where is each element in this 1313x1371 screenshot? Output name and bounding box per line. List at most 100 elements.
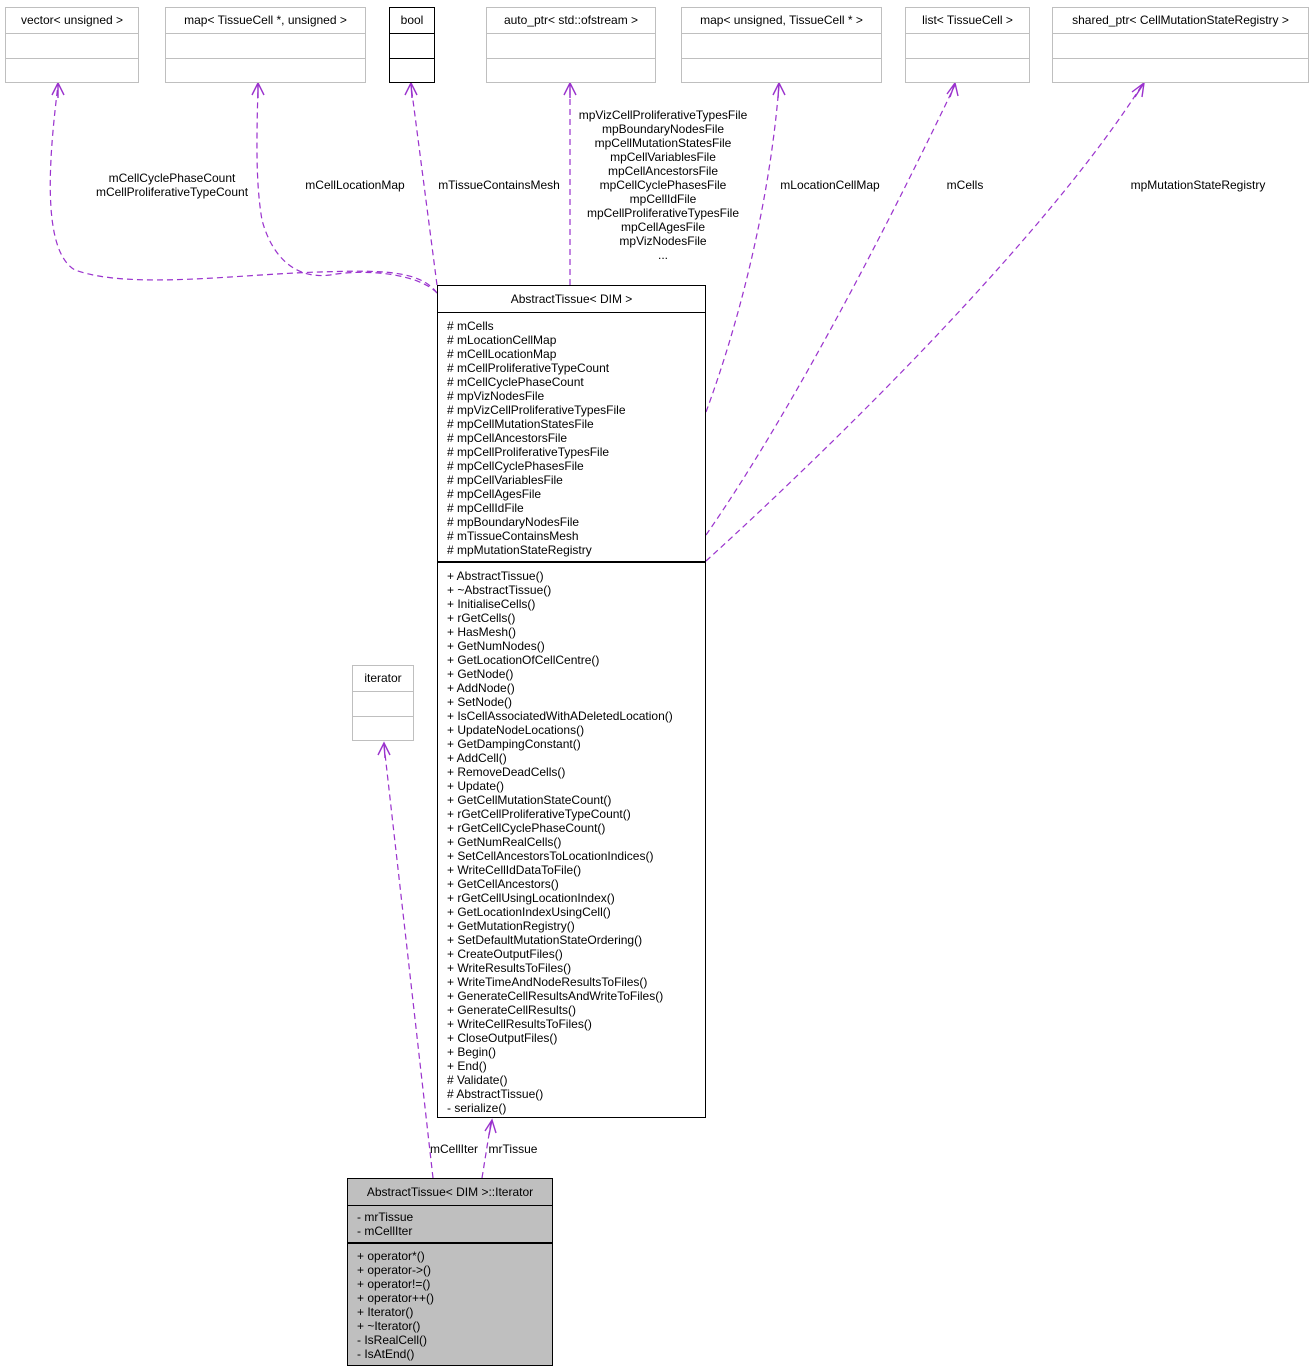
class-abstract-tissue-iterator[interactable]: AbstractTissue< DIM >::Iterator - mrTiss… [347, 1178, 553, 1366]
method-item: - IsRealCell() [357, 1333, 428, 1347]
edge-label-map-tc-u: mCellLocationMap [290, 178, 420, 192]
method-item: + GenerateCellResults() [447, 1003, 577, 1017]
edge-label-line: mpCellIdFile [629, 192, 697, 206]
edge-label-map-u-tc: mLocationCellMap [766, 178, 894, 192]
method-item: + WriteResultsToFiles() [447, 961, 572, 975]
method-item: + GetLocationOfCellCentre() [447, 653, 600, 667]
method-item: + UpdateNodeLocations() [447, 723, 585, 737]
attribute-item: # mpCellAgesFile [447, 487, 542, 501]
method-item: + SetCellAncestorsToLocationIndices() [447, 849, 654, 863]
methods-section [1053, 58, 1308, 82]
method-item: + SetDefaultMutationStateOrdering() [447, 933, 643, 947]
edge-label-line: mpMutationStateRegistry [1130, 178, 1266, 192]
methods-section [906, 58, 1029, 82]
method-item: + ~AbstractTissue() [447, 583, 552, 597]
method-item: + Iterator() [357, 1305, 414, 1319]
class-title: auto_ptr< std::ofstream > [503, 13, 639, 27]
class-abstract-tissue[interactable]: AbstractTissue< DIM > # mCells # mLocatio… [437, 285, 706, 1118]
edge-label-vector: mCellCyclePhaseCount mCellProliferativeTy… [82, 171, 262, 199]
method-item: + AbstractTissue() [447, 569, 544, 583]
edge-label-line: mCellProliferativeTypeCount [95, 185, 249, 199]
edge-label-line: mCellLocationMap [305, 178, 405, 192]
attributes-section [906, 33, 1029, 58]
methods-section [682, 58, 881, 82]
methods-section: + AbstractTissue() + ~AbstractTissue() + I… [438, 561, 705, 1115]
method-item: + End() [447, 1059, 487, 1073]
attributes-section [6, 33, 138, 58]
methods-section [6, 58, 138, 82]
attribute-item: # mpMutationStateRegistry [447, 543, 592, 557]
arrowhead-auto-ptr [563, 81, 577, 98]
class-title: map< TissueCell *, unsigned > [184, 13, 347, 27]
edge-label-line: mpCellMutationStatesFile [594, 136, 732, 150]
attribute-item: # mLocationCellMap [447, 333, 557, 347]
arrowhead-iterator [377, 741, 391, 759]
edge-label-line: mpCellAgesFile [620, 220, 706, 234]
method-item: + rGetCellCyclePhaseCount() [447, 821, 606, 835]
method-item: + SetNode() [447, 695, 513, 709]
method-item: - serialize() [447, 1101, 507, 1115]
method-item: + HasMesh() [447, 625, 517, 639]
attribute-item: # mCellLocationMap [447, 347, 557, 361]
class-list-tissuecell[interactable]: list< TissueCell > [905, 7, 1030, 83]
edge-label-line: mpCellProliferativeTypesFile [586, 206, 740, 220]
method-item: + ~Iterator() [357, 1319, 421, 1333]
class-title: iterator [364, 671, 402, 685]
attribute-item: # mpBoundaryNodesFile [447, 515, 580, 529]
class-map-tissuecell-unsigned[interactable]: map< TissueCell *, unsigned > [165, 7, 366, 83]
class-iterator[interactable]: iterator [352, 665, 414, 741]
method-item: + GenerateCellResultsAndWriteToFiles() [447, 989, 664, 1003]
method-item: + GetNode() [447, 667, 514, 681]
method-item: # AbstractTissue() [447, 1087, 544, 1101]
method-item: + AddNode() [447, 681, 515, 695]
arrowhead-shared-ptr [1131, 81, 1145, 98]
method-item: + operator++() [357, 1291, 435, 1305]
attribute-item: - mCellIter [357, 1224, 413, 1238]
edge-label-bool: mTissueContainsMesh [425, 178, 573, 192]
arrowhead-map-u-tc [772, 81, 786, 99]
methods-section [353, 716, 413, 740]
method-item: + GetCellAncestors() [447, 877, 559, 891]
edge-label-line: mpVizCellProliferativeTypesFile [578, 108, 748, 122]
edge-label-line: mpCellCyclePhasesFile [599, 178, 727, 192]
class-bool[interactable]: bool [389, 7, 435, 83]
methods-section [390, 58, 434, 82]
methods-section [166, 58, 365, 82]
class-vector-unsigned[interactable]: vector< unsigned > [5, 7, 139, 83]
class-title: bool [400, 13, 424, 27]
arrowhead-list [946, 81, 959, 98]
class-auto-ptr-ofstream[interactable]: auto_ptr< std::ofstream > [486, 7, 656, 83]
edge-label-line: mpBoundaryNodesFile [601, 122, 725, 136]
attribute-item: # mpCellProliferativeTypesFile [447, 445, 610, 459]
arrowhead-tissue [484, 1118, 497, 1136]
class-map-unsigned-tissuecell[interactable]: map< unsigned, TissueCell * > [681, 7, 882, 83]
method-item: + GetLocationIndexUsingCell() [447, 905, 611, 919]
arrowhead-vector [51, 81, 65, 98]
class-title: map< unsigned, TissueCell * > [700, 13, 863, 27]
attribute-item: # mpVizNodesFile [447, 389, 545, 403]
attributes-section [682, 33, 881, 58]
edge-label-auto-ptr: mpVizCellProliferativeTypesFile mpBoundar… [563, 108, 763, 262]
attributes-section [1053, 33, 1308, 58]
method-item: + RemoveDeadCells() [447, 765, 566, 779]
edge-label-line: mTissueContainsMesh [438, 178, 560, 192]
class-shared-ptr-registry[interactable]: shared_ptr< CellMutationStateRegistry > [1052, 7, 1309, 83]
attribute-item: # mCellProliferativeTypeCount [447, 361, 610, 375]
method-item: + CreateOutputFiles() [447, 947, 563, 961]
attributes-section: - mrTissue - mCellIter [348, 1205, 552, 1242]
edge-iterator-to-iterclass [383, 744, 434, 1179]
method-item: + operator->() [357, 1263, 432, 1277]
method-item: + WriteCellIdDataToFile() [447, 863, 582, 877]
method-item: + GetNumRealCells() [447, 835, 562, 849]
edge-label-line: mpCellVariablesFile [610, 150, 716, 164]
edge-label-line: mCellCyclePhaseCount [108, 171, 236, 185]
edge-label-line: mrTissue [488, 1142, 538, 1156]
method-item: + InitialiseCells() [447, 597, 536, 611]
attribute-item: # mpCellAncestorsFile [447, 431, 568, 445]
class-title: vector< unsigned > [20, 13, 124, 27]
attribute-item: # mCells [447, 319, 494, 333]
attribute-item: - mrTissue [357, 1210, 414, 1224]
edge-label-list: mCells [935, 178, 995, 192]
method-item: + rGetCellUsingLocationIndex() [447, 891, 615, 905]
class-title: AbstractTissue< DIM >::Iterator [366, 1185, 534, 1199]
